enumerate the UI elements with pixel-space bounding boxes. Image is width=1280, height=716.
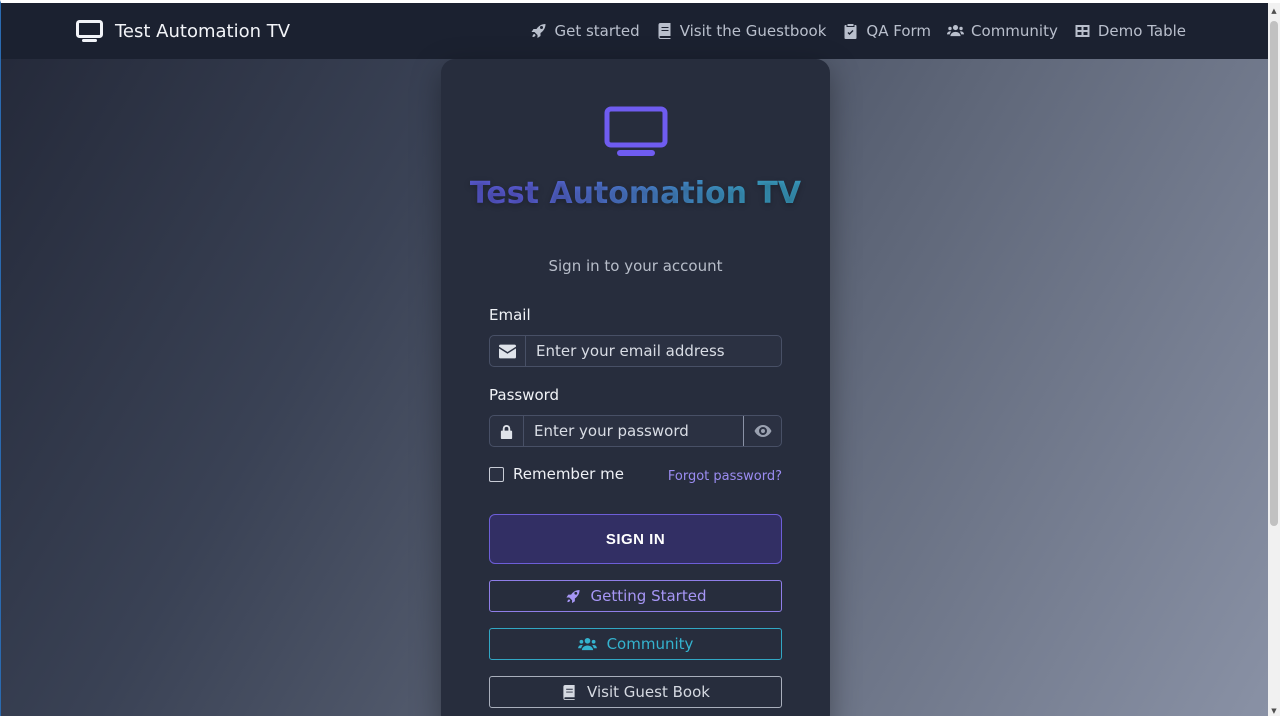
- password-input-group: [489, 415, 782, 447]
- community-button[interactable]: Community: [489, 628, 782, 660]
- nav-links: Get started Visit the Guestbook QA Form …: [530, 3, 1186, 59]
- nav-qa-form-label: QA Form: [866, 22, 932, 40]
- getting-started-button[interactable]: Getting Started: [489, 580, 782, 612]
- nav-guestbook-label: Visit the Guestbook: [679, 22, 827, 40]
- password-addon: [490, 416, 524, 446]
- community-label: Community: [606, 635, 694, 653]
- envelope-icon: [499, 344, 516, 358]
- nav-get-started-label: Get started: [554, 22, 640, 40]
- rocket-icon: [565, 589, 580, 603]
- nav-demo-table-label: Demo Table: [1097, 22, 1186, 40]
- visit-guest-book-label: Visit Guest Book: [587, 683, 710, 701]
- password-field[interactable]: [524, 416, 743, 446]
- brand-link[interactable]: Test Automation TV: [76, 3, 290, 59]
- forgot-password-link[interactable]: Forgot password?: [668, 469, 782, 484]
- brand-name: Test Automation TV: [115, 20, 291, 42]
- scrollbar-thumb[interactable]: [1270, 21, 1278, 526]
- card-subtitle: Sign in to your account: [548, 257, 723, 275]
- tv-icon: [76, 20, 103, 42]
- visit-guest-book-button[interactable]: Visit Guest Book: [489, 676, 782, 708]
- page-scrollbar[interactable]: ▲ ▼: [1268, 3, 1280, 716]
- nav-get-started[interactable]: Get started: [530, 22, 640, 40]
- email-input-group: [489, 335, 782, 367]
- password-label: Password: [489, 386, 560, 404]
- scroll-down-arrow[interactable]: ▼: [1270, 706, 1278, 716]
- users-icon: [947, 25, 965, 37]
- login-card: Test Automation TV Sign in to your accou…: [441, 59, 830, 716]
- book-icon: [563, 684, 575, 700]
- email-addon: [490, 336, 526, 366]
- nav-demo-table[interactable]: Demo Table: [1074, 22, 1186, 40]
- clipboard-check-icon: [844, 24, 857, 39]
- toggle-password-button[interactable]: [743, 416, 781, 446]
- getting-started-label: Getting Started: [590, 587, 707, 605]
- nav-community-label: Community: [971, 22, 1058, 40]
- users-icon: [577, 637, 597, 650]
- top-navbar: Test Automation TV Get started Visit the…: [1, 3, 1269, 59]
- tv-logo-icon: [604, 106, 668, 156]
- email-field[interactable]: [526, 336, 781, 366]
- remember-me[interactable]: Remember me: [489, 465, 624, 483]
- remember-me-checkbox[interactable]: [489, 466, 504, 482]
- sign-in-button[interactable]: SIGN IN: [489, 514, 782, 564]
- rocket-icon: [531, 24, 546, 38]
- lock-icon: [500, 424, 513, 439]
- eye-icon: [754, 425, 771, 437]
- email-label: Email: [489, 306, 531, 324]
- nav-guestbook[interactable]: Visit the Guestbook: [656, 22, 827, 40]
- remember-me-label: Remember me: [513, 465, 624, 483]
- table-icon: [1075, 25, 1090, 37]
- nav-community[interactable]: Community: [947, 22, 1058, 40]
- nav-qa-form[interactable]: QA Form: [842, 22, 931, 40]
- card-title: Test Automation TV: [441, 175, 830, 213]
- book-icon: [658, 23, 671, 39]
- scroll-up-arrow[interactable]: ▲: [1270, 6, 1278, 16]
